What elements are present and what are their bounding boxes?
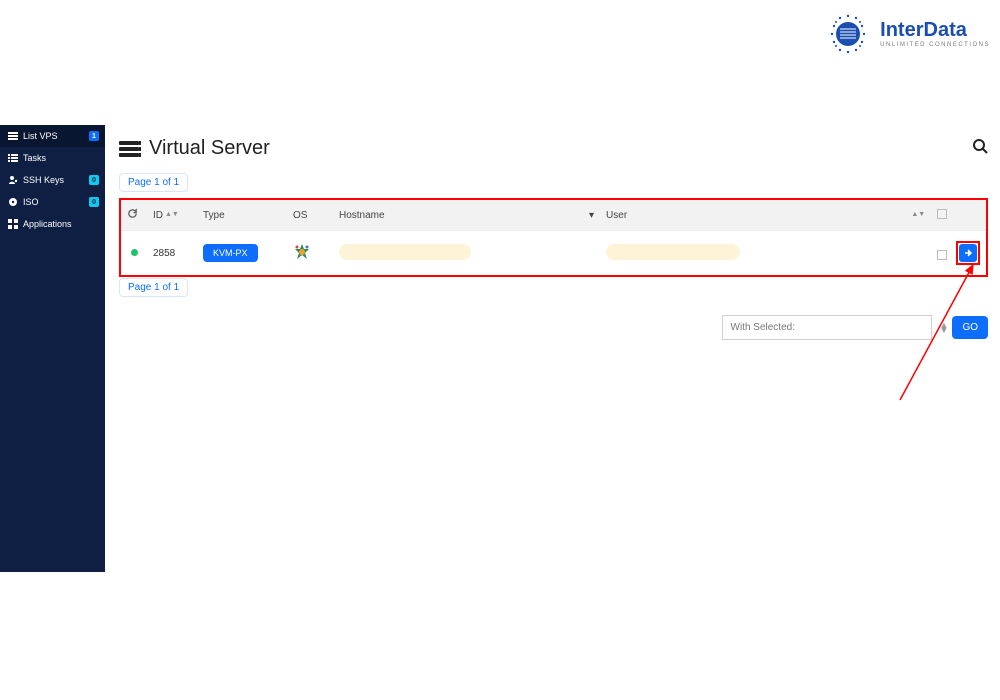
highlight-box: ID▲▼ Type OS Hostname ▾ User ▲▼ 2858 KVM… bbox=[119, 198, 988, 277]
column-user[interactable]: User bbox=[600, 200, 903, 231]
checkbox-icon[interactable] bbox=[937, 209, 947, 219]
with-selected-dropdown[interactable]: With Selected: bbox=[722, 315, 932, 340]
search-icon[interactable] bbox=[972, 138, 988, 159]
column-hostname[interactable]: Hostname bbox=[333, 200, 583, 231]
column-type[interactable]: Type bbox=[197, 200, 287, 231]
pagination-top[interactable]: Page 1 of 1 bbox=[119, 173, 188, 192]
highlight-small bbox=[956, 241, 980, 265]
brand-tagline: UNLIMITED CONNECTIONS bbox=[880, 42, 990, 48]
column-id[interactable]: ID▲▼ bbox=[147, 200, 197, 231]
os-icon bbox=[293, 243, 311, 261]
sort-icon: ▲▼ bbox=[911, 213, 925, 217]
column-sort-user[interactable]: ▲▼ bbox=[903, 200, 931, 231]
go-button[interactable]: GO bbox=[952, 316, 988, 339]
disc-icon bbox=[8, 197, 18, 207]
brand-name: InterData bbox=[880, 20, 990, 40]
sidebar-item-label: Applications bbox=[23, 219, 72, 229]
page-title: Virtual Server bbox=[149, 137, 270, 160]
sidebar-item-iso[interactable]: ISO 0 bbox=[0, 191, 105, 213]
cell-id: 2858 bbox=[147, 231, 197, 276]
refresh-icon bbox=[127, 208, 138, 219]
column-select-all[interactable] bbox=[931, 200, 986, 231]
redacted-hostname bbox=[339, 244, 471, 260]
apps-icon bbox=[8, 219, 18, 229]
pagination-bottom[interactable]: Page 1 of 1 bbox=[119, 278, 188, 297]
user-key-icon bbox=[8, 175, 18, 185]
sidebar-item-label: List VPS bbox=[23, 131, 58, 141]
column-dropdown[interactable]: ▾ bbox=[583, 200, 600, 231]
sidebar-item-label: ISO bbox=[23, 197, 39, 207]
brand-logo: InterData UNLIMITED CONNECTIONS bbox=[824, 10, 990, 58]
type-badge: KVM-PX bbox=[203, 244, 258, 262]
column-os[interactable]: OS bbox=[287, 200, 333, 231]
list-icon bbox=[8, 131, 18, 141]
sidebar-badge: 1 bbox=[89, 131, 99, 141]
sidebar-item-tasks[interactable]: Tasks bbox=[0, 147, 105, 169]
sidebar-item-list-vps[interactable]: List VPS 1 bbox=[0, 125, 105, 147]
sort-icon: ▲▼ bbox=[940, 323, 949, 333]
redacted-user bbox=[606, 244, 740, 260]
sidebar: List VPS 1 Tasks SSH Keys 0 ISO 0 bbox=[0, 125, 105, 572]
column-refresh[interactable] bbox=[121, 200, 147, 231]
sidebar-item-label: Tasks bbox=[23, 153, 46, 163]
sidebar-badge: 0 bbox=[89, 175, 99, 185]
sort-icon: ▲▼ bbox=[165, 213, 179, 217]
server-icon bbox=[119, 141, 139, 157]
row-action-button[interactable] bbox=[959, 244, 977, 262]
sidebar-badge: 0 bbox=[89, 197, 99, 207]
vps-table: ID▲▼ Type OS Hostname ▾ User ▲▼ 2858 KVM… bbox=[121, 200, 986, 275]
table-row: 2858 KVM-PX bbox=[121, 231, 986, 276]
row-checkbox[interactable] bbox=[937, 250, 947, 260]
sidebar-item-applications[interactable]: Applications bbox=[0, 213, 105, 235]
sidebar-item-ssh-keys[interactable]: SSH Keys 0 bbox=[0, 169, 105, 191]
main-content: Virtual Server Page 1 of 1 ID▲▼ Type OS … bbox=[105, 125, 1000, 572]
bulk-action-row: With Selected: ▲▼ GO bbox=[119, 315, 988, 340]
arrow-right-icon bbox=[963, 248, 973, 258]
sidebar-item-label: SSH Keys bbox=[23, 175, 64, 185]
globe-icon bbox=[824, 10, 872, 58]
status-dot bbox=[131, 249, 138, 256]
tasks-icon bbox=[8, 153, 18, 163]
